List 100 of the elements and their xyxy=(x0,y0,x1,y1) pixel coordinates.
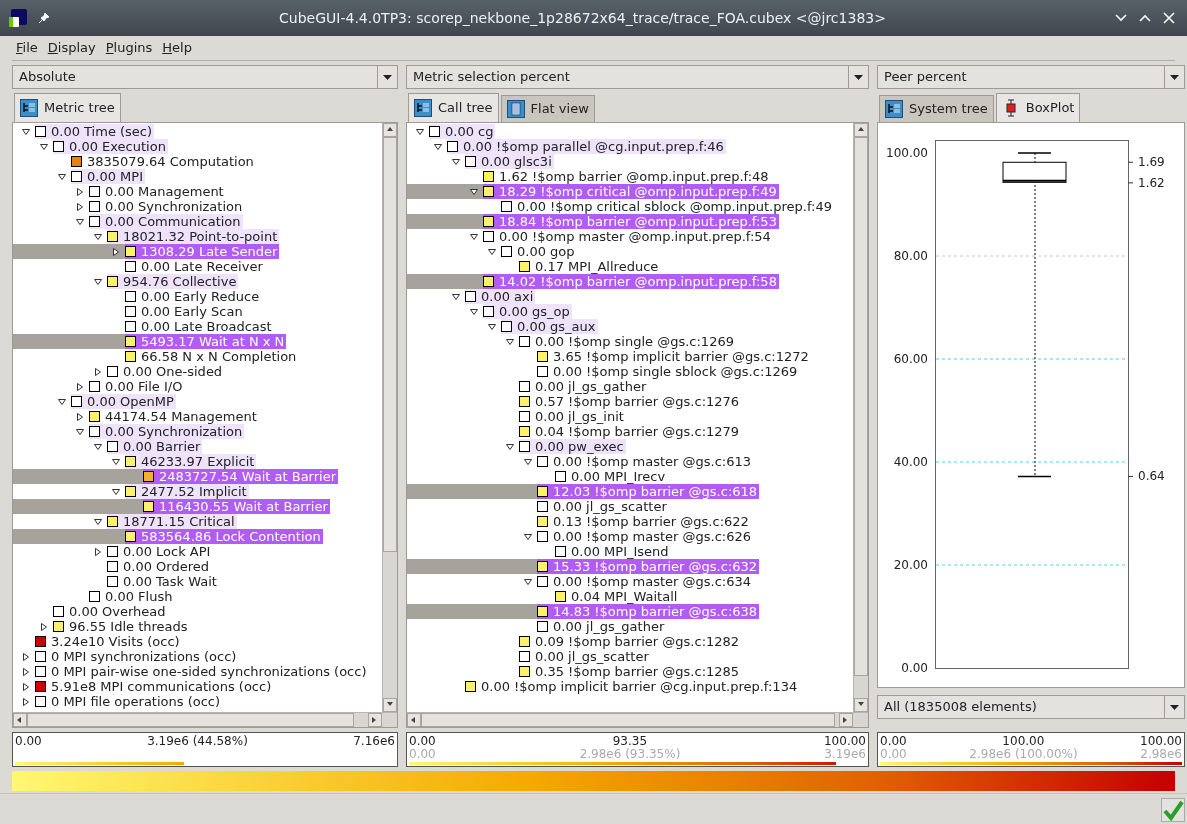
tree-item[interactable]: 0.00 Overhead xyxy=(53,604,168,619)
collapse-arrow-icon[interactable] xyxy=(524,532,532,541)
scrollbar-thumb[interactable] xyxy=(383,137,397,553)
tree-item[interactable]: 0.00 axi xyxy=(465,289,536,304)
tree-item[interactable]: 0.00 cg xyxy=(429,124,496,139)
tree-item[interactable]: 0.00 Synchronization xyxy=(89,199,245,214)
tree-item[interactable]: 0.00 jl_gs_scatter xyxy=(519,649,651,664)
menu-item[interactable]: Help xyxy=(158,38,196,58)
tree-item[interactable]: 0.00 jl_gs_gather xyxy=(519,379,649,394)
tab[interactable]: Flat view xyxy=(500,95,595,122)
dropdown[interactable]: Metric selection percent xyxy=(406,65,869,89)
tree-item[interactable]: 0 MPI pair-wise one-sided synchronizations (occ) xyxy=(35,664,369,679)
expand-arrow-icon[interactable] xyxy=(94,547,102,556)
collapse-arrow-icon[interactable] xyxy=(94,517,102,526)
tree-item[interactable]: 0.00 !$omp critical sblock @omp.input.prep.f:49 xyxy=(501,199,834,214)
collapse-arrow-icon[interactable] xyxy=(22,127,30,136)
tree-item[interactable]: 0.00 Flush xyxy=(89,589,175,604)
collapse-arrow-icon[interactable] xyxy=(434,142,442,151)
maximize-icon[interactable] xyxy=(1139,14,1151,22)
scrollbar-thumb[interactable] xyxy=(421,713,835,727)
collapse-arrow-icon[interactable] xyxy=(94,277,102,286)
tree-item[interactable]: 0.00 Late Receiver xyxy=(125,259,265,274)
tree-item[interactable]: 0.00 Time (sec) xyxy=(35,124,155,139)
tree-item[interactable]: 0.00 MPI_Irecv xyxy=(555,469,668,484)
collapse-arrow-icon[interactable] xyxy=(58,172,66,181)
scroll-right-button[interactable] xyxy=(368,713,382,727)
collapse-arrow-icon[interactable] xyxy=(524,577,532,586)
tree-item[interactable]: 0.00 Lock API xyxy=(107,544,213,559)
collapse-arrow-icon[interactable] xyxy=(488,247,496,256)
tree-item[interactable]: 0.00 OpenMP xyxy=(71,394,176,409)
collapse-arrow-icon[interactable] xyxy=(470,232,478,241)
tree-item[interactable]: 0.00 gop xyxy=(501,244,577,259)
tree-item[interactable]: 0.00 gs_op xyxy=(483,304,572,319)
collapse-arrow-icon[interactable] xyxy=(76,427,84,436)
scroll-down-button[interactable] xyxy=(854,698,868,712)
collapse-arrow-icon[interactable] xyxy=(452,157,460,166)
tree-item[interactable]: 0.00 jl_gs_init xyxy=(519,409,626,424)
tree-item[interactable]: 3.65 !$omp implicit barrier @gs.c:1272 xyxy=(537,349,811,364)
tab[interactable]: BoxPlot xyxy=(995,93,1081,122)
tree-item[interactable]: 954.76 Collective xyxy=(107,274,239,289)
expand-arrow-icon[interactable] xyxy=(22,697,30,706)
tree-item[interactable]: 46233.97 Explicit xyxy=(125,454,257,469)
tree-item[interactable]: 0.00 jl_gs_scatter xyxy=(537,499,669,514)
tree-item[interactable]: 0.00 Late Broadcast xyxy=(125,319,274,334)
collapse-arrow-icon[interactable] xyxy=(470,307,478,316)
tab[interactable]: Metric tree xyxy=(14,93,121,122)
tree-item[interactable]: 96.55 Idle threads xyxy=(53,619,190,634)
expand-arrow-icon[interactable] xyxy=(76,412,84,421)
collapse-arrow-icon[interactable] xyxy=(40,142,48,151)
tree-item[interactable]: 0.57 !$omp barrier @gs.c:1276 xyxy=(519,394,742,409)
dropdown[interactable]: Peer percent xyxy=(877,65,1185,89)
dropdown[interactable]: All (1835008 elements) xyxy=(877,695,1185,719)
tree-item[interactable]: 0.00 Execution xyxy=(53,139,168,154)
tree-item[interactable]: 0.17 MPI_Allreduce xyxy=(519,259,661,274)
pin-icon[interactable] xyxy=(38,12,50,24)
tree-item[interactable]: 0.00 gs_aux xyxy=(501,319,598,334)
tree-item[interactable]: 0.00 Task Wait xyxy=(107,574,219,589)
tree-item[interactable]: 3835079.64 Computation xyxy=(71,154,256,169)
tree-item[interactable]: 5493.17 Wait at N x N xyxy=(125,334,287,349)
tree-item[interactable]: 0.00 MPI_Isend xyxy=(555,544,671,559)
tree-item[interactable]: 0.00 !$omp single sblock @gs.c:1269 xyxy=(537,364,800,379)
collapse-arrow-icon[interactable] xyxy=(112,457,120,466)
tree-item[interactable]: 0.00 glsc3i xyxy=(465,154,554,169)
tree-item[interactable]: 18021.32 Point-to-point xyxy=(107,229,280,244)
tree-item[interactable]: 0.13 !$omp barrier @gs.c:622 xyxy=(537,514,751,529)
tree-item[interactable]: 0.00 !$omp master @gs.c:634 xyxy=(537,574,754,589)
collapse-arrow-icon[interactable] xyxy=(524,457,532,466)
tree-item[interactable]: 0.00 !$omp single @gs.c:1269 xyxy=(519,334,736,349)
collapse-arrow-icon[interactable] xyxy=(76,217,84,226)
tree-item[interactable]: 0.00 !$omp parallel @cg.input.prep.f:46 xyxy=(447,139,726,154)
tree-item[interactable]: 14.83 !$omp barrier @gs.c:638 xyxy=(537,604,760,619)
tree-item[interactable]: 0.00 File I/O xyxy=(89,379,185,394)
tree-item[interactable]: 0.00 Early Scan xyxy=(125,304,245,319)
menu-item[interactable]: Plugins xyxy=(101,38,157,58)
tree-item[interactable]: 0.00 !$omp master @gs.c:613 xyxy=(537,454,754,469)
tree-item[interactable]: 0.00 One-sided xyxy=(107,364,225,379)
expand-arrow-icon[interactable] xyxy=(22,652,30,661)
menu-item[interactable]: Display xyxy=(43,38,100,58)
tree-item[interactable]: 2477.52 Implicit xyxy=(125,484,249,499)
expand-arrow-icon[interactable] xyxy=(22,682,30,691)
collapse-arrow-icon[interactable] xyxy=(94,442,102,451)
horizontal-scrollbar[interactable] xyxy=(407,712,868,727)
collapse-arrow-icon[interactable] xyxy=(506,337,514,346)
tree-item[interactable]: 18.29 !$omp critical @omp.input.prep.f:49 xyxy=(483,184,779,199)
scroll-right-button[interactable] xyxy=(839,713,853,727)
collapse-arrow-icon[interactable] xyxy=(506,442,514,451)
tree-item[interactable]: 0 MPI synchronizations (occ) xyxy=(35,649,239,664)
expand-arrow-icon[interactable] xyxy=(40,622,48,631)
scroll-up-button[interactable] xyxy=(854,123,868,137)
expand-arrow-icon[interactable] xyxy=(76,202,84,211)
tree-item[interactable]: 0.00 Barrier xyxy=(107,439,203,454)
tree-item[interactable]: 0.09 !$omp barrier @gs.c:1282 xyxy=(519,634,742,649)
tree-item[interactable]: 18771.15 Critical xyxy=(107,514,237,529)
tree-item[interactable]: 0.04 MPI_Waitall xyxy=(555,589,680,604)
tree-item[interactable]: 0.35 !$omp barrier @gs.c:1285 xyxy=(519,664,742,679)
collapse-arrow-icon[interactable] xyxy=(94,232,102,241)
scroll-up-button[interactable] xyxy=(383,123,397,137)
expand-arrow-icon[interactable] xyxy=(76,187,84,196)
tree-item[interactable]: 66.58 N x N Completion xyxy=(125,349,299,364)
collapse-arrow-icon[interactable] xyxy=(416,127,424,136)
